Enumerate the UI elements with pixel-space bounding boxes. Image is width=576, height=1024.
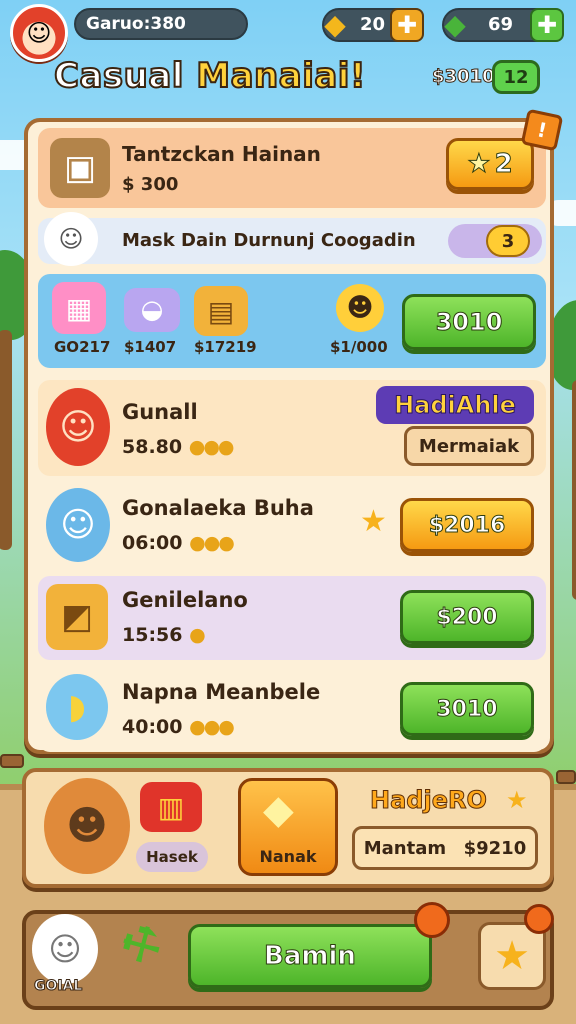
item-tag-button[interactable]: Mermaiak (404, 426, 534, 466)
coins-icon: ●●● (188, 436, 235, 458)
item-name: Genilelano (122, 588, 248, 612)
item-time: 58.80 (122, 436, 183, 458)
girl-face-icon: ☺ (26, 19, 52, 47)
item-time: 15:56 (122, 624, 183, 646)
shop-panel: ▣ Tantzckan Hainan $ 300 ★ 2 ! ☺ Mask Da… (24, 108, 564, 754)
money-display: $3010 (432, 66, 496, 88)
fence (556, 770, 576, 784)
item-buy-button[interactable]: $2016 (400, 498, 534, 552)
item-buy-button[interactable]: 3010 (400, 682, 534, 736)
bottom-promo-panel: ☻ ▥ Hasek ◆ Nanak HadjeRO ★ Mantam $9210 (22, 768, 554, 888)
gems-counter: ◆ 69 ✚ (442, 8, 564, 42)
bundle-item-label: $1407 (124, 338, 177, 356)
shop-item-row[interactable]: ◩ Genilelano 15:56 ● $200 (38, 576, 546, 660)
center-reward-label: Nanak (259, 847, 317, 866)
gold-bar-icon: ◆ (263, 787, 294, 833)
star-icon: ★ (360, 504, 387, 539)
promo-sub: Mantam (363, 837, 447, 859)
notification-badge (524, 904, 554, 934)
promo-price: $9210 (463, 837, 527, 859)
bundle-item-label: $1/000 (330, 338, 388, 356)
redhead-girl-icon: ☺ (46, 388, 110, 466)
coins-counter: ◆ 20 ✚ (322, 8, 424, 42)
bundle-item-label: $17219 (194, 338, 257, 356)
basket-icon: ◒ (124, 288, 180, 332)
treasure-basket-icon: ▣ (50, 138, 110, 198)
event-banner[interactable]: ☺ Mask Dain Durnunj Coogadin 3 (38, 212, 546, 266)
shop-item-row[interactable]: ☺ Gunall 58.80 ●●● HadiAhle Mermaiak (38, 380, 546, 476)
shop-item-row[interactable]: ☺ Gonalaeka Buha 06:00 ●●● ★ $2016 (38, 484, 546, 568)
hammer-icon: ⚒ (111, 913, 172, 978)
title-main: Casual (53, 55, 184, 97)
chest-icon: ▥ (140, 782, 202, 832)
game-title: Casual Manaiai! (53, 55, 366, 97)
blue-hair-girl-icon: ☺ (46, 488, 110, 562)
item-buy-button[interactable]: $200 (400, 590, 534, 644)
banner-text: Mask Dain Durnunj Coogadin (122, 230, 416, 251)
item-name: Gonalaeka Buha (122, 496, 314, 520)
item-time: 06:00 (122, 532, 183, 554)
coins-icon: ● (189, 624, 206, 646)
add-gems-button[interactable]: ✚ (530, 8, 564, 42)
coins-icon: ●●● (189, 716, 235, 738)
gift-box-icon: ▦ (52, 282, 106, 334)
center-reward-button[interactable]: ◆ Nanak (238, 778, 338, 876)
wood-crate-icon: ▤ (194, 286, 248, 336)
green-hat-smiley-icon: ☻ (336, 284, 384, 332)
featured-button-label: 2 (494, 149, 513, 180)
add-coins-button[interactable]: ✚ (390, 8, 424, 42)
item-sub: 06:00 ●●● (122, 532, 235, 554)
item-name: Gunall (122, 400, 198, 424)
star-icon: ★ (506, 786, 528, 814)
bundle-item-label: GO217 (54, 338, 111, 356)
cat-character-icon: ☺ (32, 914, 98, 984)
item-sub: 15:56 ● (122, 624, 206, 646)
title-accent: Manaiai! (195, 55, 366, 97)
corner-badge: ! (520, 108, 564, 152)
shop-item-row[interactable]: ◗ Napna Meanbele 40:00 ●●● 3010 (38, 668, 546, 752)
gold-coins-icon: ◆ (324, 8, 346, 41)
promo-price-button[interactable]: Mantam $9210 (352, 826, 538, 870)
player-avatar[interactable]: ☺ (10, 4, 68, 62)
coins-icon: ●●● (189, 532, 235, 554)
banana-toy-icon: ◗ (46, 674, 108, 740)
star-icon: ★ (467, 149, 491, 180)
item-sub: 40:00 ●●● (122, 716, 235, 738)
cheese-block-icon: ◩ (46, 584, 108, 650)
bundle-buy-button[interactable]: 3010 (402, 294, 536, 350)
item-time: 40:00 (122, 716, 183, 738)
bottom-nav-bar: ☺ GOIAL ⚒ Bamin ★ (22, 902, 554, 1010)
featured-name: Tantzckan Hainan (122, 142, 321, 166)
item-name: Napna Meanbele (122, 680, 321, 704)
featured-buy-button[interactable]: ★ 2 (446, 138, 534, 190)
coins-value: 20 (360, 14, 386, 35)
gems-value: 69 (488, 14, 514, 35)
bundle-row: ▦ GO217 ◒ $1407 ▤ $17219 ☻ $1/000 3010 (38, 274, 546, 368)
nav-left-label[interactable]: GOIAL (33, 978, 82, 995)
promo-title: HadjeRO (370, 786, 488, 815)
banner-badge[interactable]: 3 (486, 225, 530, 257)
green-gem-icon: ◆ (444, 8, 466, 41)
white-cat-icon: ☺ (44, 212, 98, 266)
chest-label[interactable]: Hasek (136, 842, 208, 872)
main-action-button[interactable]: Bamin (188, 924, 432, 988)
player-name-pill[interactable]: Garuo:380 (74, 8, 248, 40)
item-tag-title: HadiAhle (376, 386, 534, 424)
featured-price: $ 300 (122, 174, 179, 195)
fence (0, 754, 24, 768)
featured-row[interactable]: ▣ Tantzckan Hainan $ 300 ★ 2 (38, 128, 546, 208)
item-sub: 58.80 ●●● (122, 436, 235, 458)
money-badge[interactable]: 12 (492, 60, 540, 94)
bear-character-icon: ☻ (44, 778, 130, 874)
notification-badge (414, 902, 450, 938)
star-icon: ★ (494, 933, 530, 979)
